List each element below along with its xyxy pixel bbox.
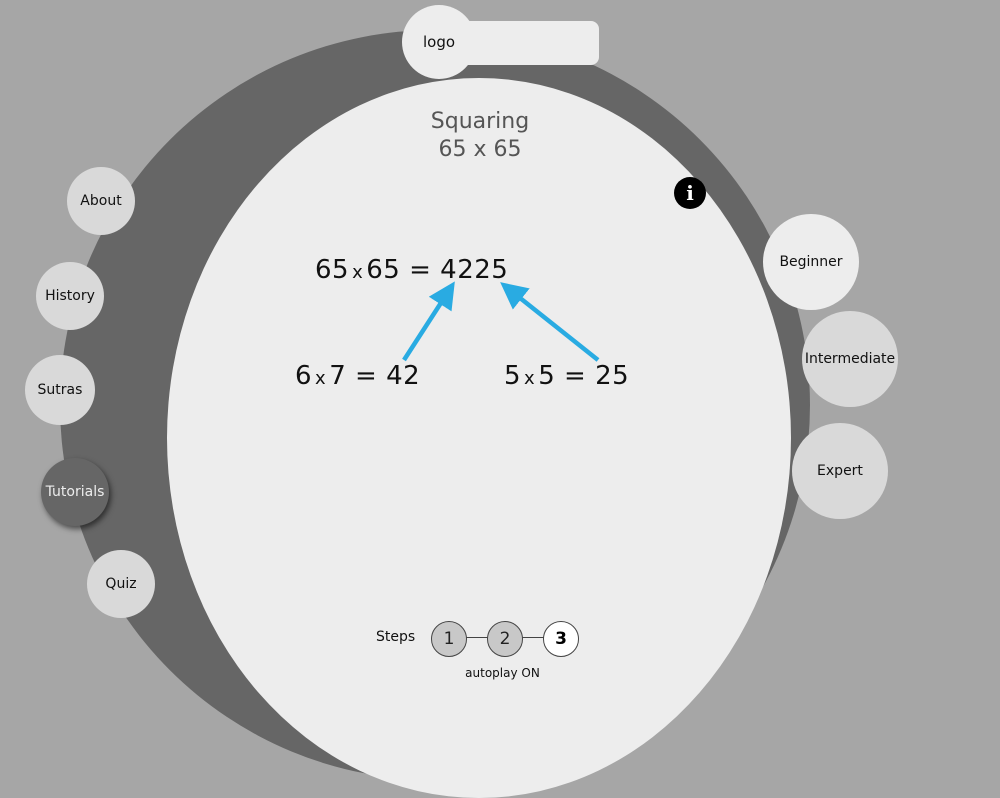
- step-connector: [522, 637, 544, 638]
- left-equation: 6x7 = 42: [295, 361, 420, 391]
- step-2-button[interactable]: 2: [487, 621, 523, 657]
- step-number: 2: [499, 629, 511, 649]
- right-equation-b: 5: [538, 361, 556, 391]
- step-number: 3: [555, 629, 567, 649]
- step-3-button[interactable]: 3: [543, 621, 579, 657]
- arrow-right: [500, 282, 600, 362]
- left-equation-result: 42: [386, 361, 421, 391]
- left-equation-op: x: [315, 368, 327, 389]
- right-equation-op: x: [524, 368, 536, 389]
- right-equation-eq: =: [564, 361, 587, 391]
- step-1-button[interactable]: 1: [431, 621, 467, 657]
- autoplay-toggle[interactable]: autoplay ON: [440, 666, 565, 680]
- right-equation: 5x5 = 25: [504, 361, 629, 391]
- right-equation-a: 5: [504, 361, 522, 391]
- steps-label: Steps: [376, 629, 416, 645]
- step-connector: [466, 637, 488, 638]
- left-equation-b: 7: [329, 361, 347, 391]
- arrow-left: [402, 281, 455, 362]
- left-equation-a: 6: [295, 361, 313, 391]
- left-equation-eq: =: [355, 361, 378, 391]
- step-number: 1: [443, 629, 455, 649]
- right-equation-result: 25: [595, 361, 630, 391]
